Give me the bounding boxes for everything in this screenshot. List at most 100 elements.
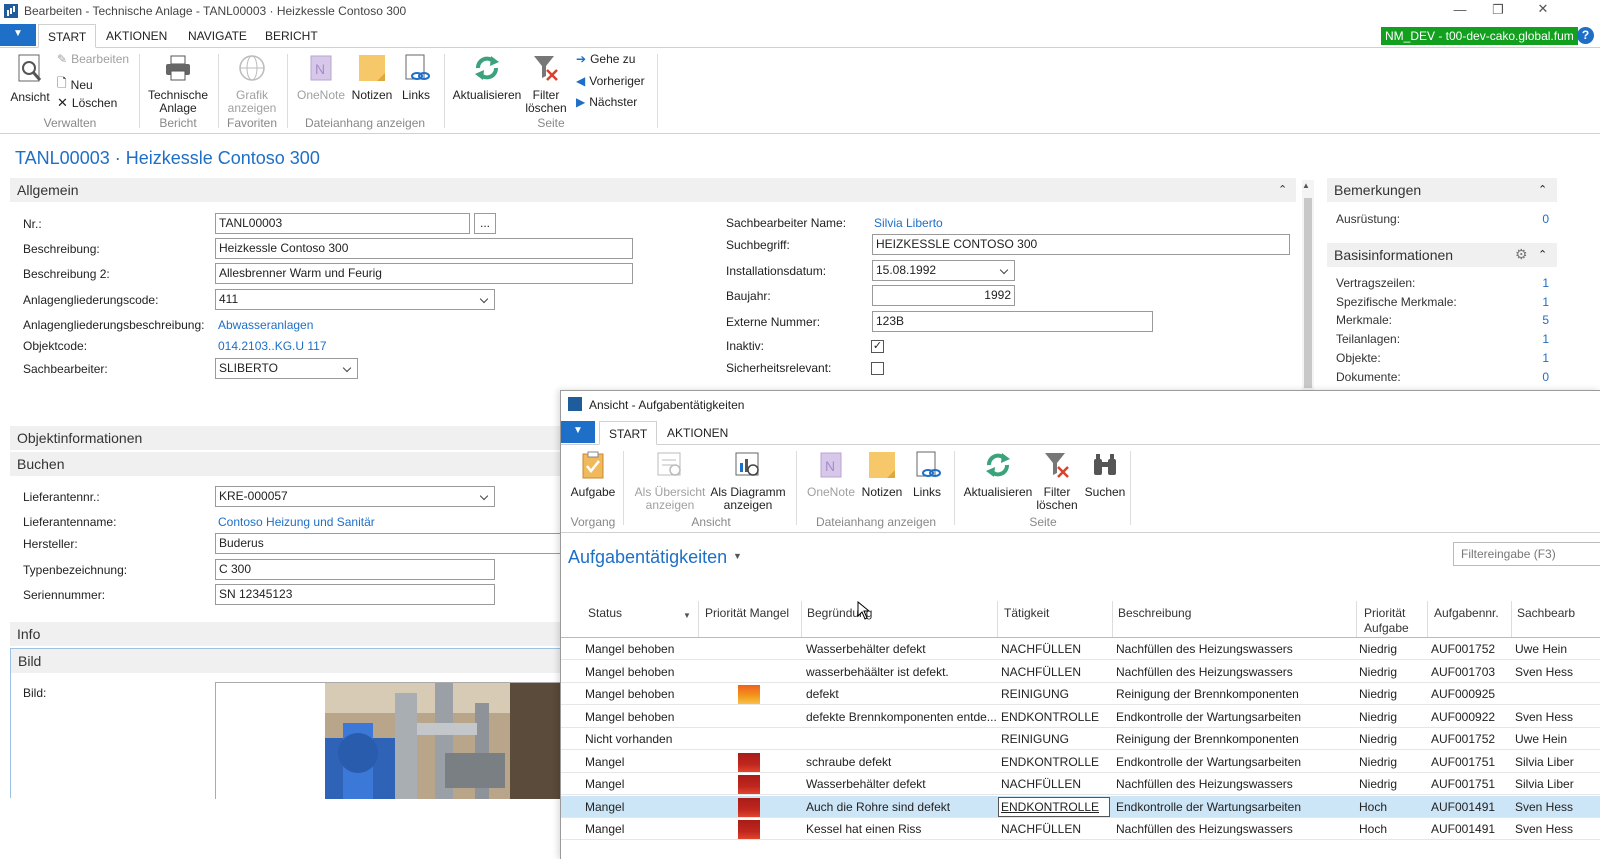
gehe-zu-button[interactable]: ➔ Gehe zu [576,52,635,66]
suchen-button[interactable]: Suchen [1081,451,1129,499]
neu-button[interactable]: 🗋 Neu [57,74,93,95]
factbox-item-value[interactable]: 1 [1520,332,1549,346]
als-uebersicht-button[interactable]: Als Übersicht anzeigen [631,451,709,512]
section-title: Bild [18,653,42,669]
app-menu-button[interactable]: ▼ [0,24,36,46]
technische-anlage-button[interactable]: Technische Anlage [146,54,210,115]
externe-nummer-field[interactable]: 123B [872,311,1153,332]
factbox-item-value[interactable]: 0 [1520,370,1549,384]
factbox-bemerkungen[interactable]: Bemerkungen [1327,178,1557,202]
factbox-item-value[interactable]: 1 [1520,351,1549,365]
beschreibung2-field[interactable]: Allesbrenner Warm und Feurig [215,263,633,284]
table-row[interactable]: Mangel Auch die Rohre sind defekt ENDKONTR… [561,795,1600,818]
table-row[interactable]: Mangel behoben Wasserbehälter defekt NACHF… [561,638,1600,660]
link-icon [405,54,430,80]
column-aufgabennr[interactable]: Aufgabennr. [1434,606,1499,621]
column-divider [1427,601,1428,637]
collapse-icon[interactable]: ⌃ [1278,183,1287,196]
section-buchen[interactable]: Buchen [10,452,570,476]
tab-bericht[interactable]: BERICHT [256,24,327,48]
popup-links-button[interactable]: Links [907,451,947,499]
column-status[interactable]: Status [588,606,622,621]
als-diagramm-button[interactable]: Als Diagramm anzeigen [709,451,787,512]
factbox-item-value[interactable]: 1 [1520,295,1549,309]
factbox-item-value[interactable]: 1 [1520,276,1549,290]
help-icon[interactable]: ? [1577,27,1594,44]
table-row[interactable]: Mangel schraube defekt ENDKONTROLLE Endkont… [561,751,1600,773]
seriennummer-field[interactable]: SN 12345123 [215,584,495,605]
refresh-icon [475,56,499,80]
lieferantennr-select[interactable]: KRE-000057 [215,486,495,507]
collapse-icon[interactable]: ⌃ [1538,248,1547,261]
section-objektinformationen[interactable]: Objektinformationen [10,426,570,450]
sort-down-icon[interactable]: ▼ [683,611,691,620]
grafik-anzeigen-button[interactable]: Grafik anzeigen [224,54,280,115]
popup-menu-button[interactable]: ▼ [561,421,595,443]
anlagengliederungsbeschreibung-link[interactable]: Abwasseranlagen [218,318,313,332]
filter-loeschen-button[interactable]: Filter löschen [524,54,568,115]
lieferantenname-label: Lieferantenname: [23,515,117,529]
collapse-icon[interactable]: ⌃ [1538,183,1547,196]
column-prioritaet-aufgabe[interactable]: Priorität Aufgabe [1364,606,1409,636]
aktualisieren-button[interactable]: Aktualisieren [451,54,523,102]
sachbearbeiter-name-link[interactable]: Silvia Liberto [874,216,943,230]
naechster-button[interactable]: ▶ Nächster [576,95,637,109]
aufgabe-button[interactable]: Aufgabe [569,451,617,499]
typenbezeichnung-field[interactable]: C 300 [215,559,495,580]
suchbegriff-field[interactable]: HEIZKESSLE CONTOSO 300 [872,234,1290,255]
gears-icon[interactable]: ⚙ [1515,246,1528,263]
nr-field[interactable]: TANL00003 [215,213,470,234]
scrollbar-thumb[interactable] [1304,198,1312,388]
sicherheitsrelevant-checkbox[interactable] [871,362,884,375]
loeschen-button[interactable]: ✕ Löschen [57,95,117,111]
ansicht-button[interactable]: Ansicht [8,54,52,104]
section-info[interactable]: Info [10,622,570,646]
onenote-button[interactable]: N OneNote [294,54,348,102]
table-row[interactable]: Mangel behoben wasserbehäälter ist defekt… [561,661,1600,683]
table-row[interactable]: Mangel Kessel hat einen Riss NACHFÜLLEN Nac… [561,818,1600,840]
separator [623,451,624,525]
column-prioritaet-mangel[interactable]: Priorität Mangel [705,606,789,621]
list-title[interactable]: Aufgabentätigkeiten [568,547,727,568]
tab-start[interactable]: START [38,24,97,48]
restore-button[interactable]: ❐ [1475,2,1521,18]
column-sachbearbeiter[interactable]: Sachbearb [1517,606,1600,621]
sachbearbeiter-select[interactable]: SLIBERTO [215,358,358,379]
anlagengliederungscode-select[interactable]: 411 [215,289,495,310]
table-row[interactable]: Mangel behoben defekt REINIGUNG Reinigung d… [561,683,1600,705]
bild-label: Bild: [23,686,47,700]
links-button[interactable]: Links [396,54,436,102]
table-row[interactable]: Mangel Wasserbehälter defekt NACHFÜLLEN Nac… [561,773,1600,795]
objektcode-link[interactable]: 014.2103..KG.U 117 [218,339,327,353]
table-row[interactable]: Mangel behoben defekte Brennkomponenten e… [561,706,1600,728]
close-button[interactable]: ✕ [1520,1,1566,17]
tab-aktionen[interactable]: AKTIONEN [97,24,176,48]
column-taetigkeit[interactable]: Tätigkeit [1004,606,1049,621]
popup-filter-loeschen-button[interactable]: Filter löschen [1035,451,1079,512]
vorheriger-button[interactable]: ◀ Vorheriger [576,74,645,88]
popup-notizen-button[interactable]: Notizen [858,451,906,499]
installationsdatum-picker[interactable]: 15.08.1992 [872,260,1015,281]
baujahr-field[interactable]: 1992 [872,285,1015,306]
filter-input[interactable]: Filtereingabe (F3) [1453,542,1600,566]
lieferantenname-link[interactable]: Contoso Heizung und Sanitär [218,515,375,529]
nr-assist-button[interactable]: ... [474,213,496,234]
hersteller-field[interactable]: Buderus [215,533,575,554]
inaktiv-checkbox[interactable]: ✓ [871,340,884,353]
section-allgemein[interactable]: Allgemein [10,178,1296,202]
scroll-up-icon[interactable]: ▲ [1302,181,1310,190]
ausruestung-value[interactable]: 0 [1520,212,1549,226]
column-beschreibung[interactable]: Beschreibung [1118,606,1191,621]
bearbeiten-button[interactable]: ✎ Bearbeiten [57,52,129,66]
list-title-dropdown-icon[interactable]: ▼ [733,551,742,561]
popup-tab-aktionen[interactable]: AKTIONEN [658,421,737,445]
tab-navigate[interactable]: NAVIGATE [179,24,256,48]
popup-tab-start[interactable]: START [599,421,658,445]
table-row[interactable]: Nicht vorhanden REINIGUNG Reinigung der Br… [561,728,1600,750]
popup-onenote-button[interactable]: N OneNote [804,451,858,499]
section-bild[interactable]: Bild [11,649,569,673]
beschreibung-field[interactable]: Heizkessle Contoso 300 [215,238,633,259]
popup-aktualisieren-button[interactable]: Aktualisieren [962,451,1034,499]
factbox-item-value[interactable]: 5 [1520,313,1549,327]
notizen-button[interactable]: Notizen [350,54,394,102]
